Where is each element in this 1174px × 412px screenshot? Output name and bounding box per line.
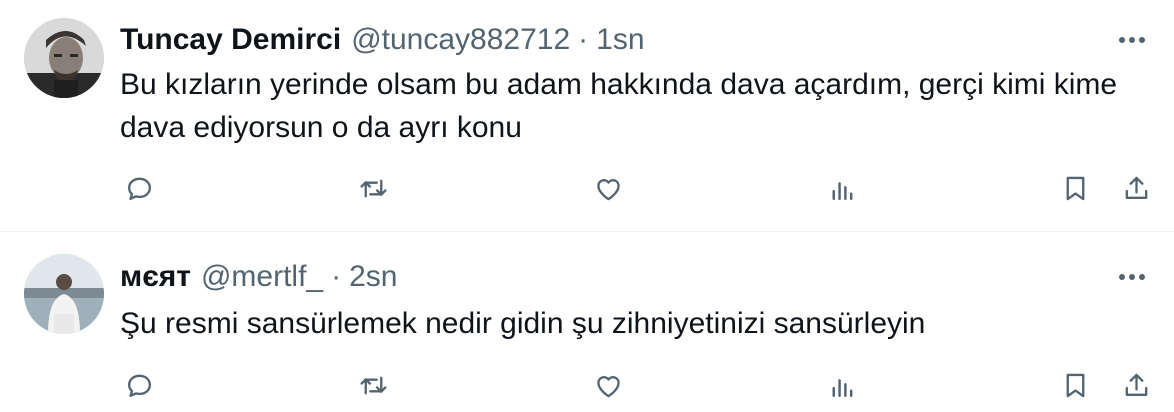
retweet-icon <box>359 179 387 197</box>
bookmark-icon <box>1066 373 1084 397</box>
display-name[interactable]: Tuncay Demirci <box>120 23 341 57</box>
more-options-button[interactable] <box>1112 257 1152 297</box>
bookmark-button[interactable] <box>1055 168 1095 208</box>
separator-dot: · <box>578 23 589 56</box>
reply-icon <box>127 177 151 200</box>
tweet-text: Bu kızların yerinde olsam bu adam hakkın… <box>120 68 1118 144</box>
timestamp[interactable]: 2sn <box>349 260 397 294</box>
views-button[interactable] <box>821 365 861 405</box>
heart-icon <box>596 178 620 200</box>
tweet[interactable]: Tuncay Demirci @tuncay882712 · 1sn Bu kı… <box>0 0 1174 232</box>
reply-button[interactable] <box>119 168 159 208</box>
more-dots-icon <box>1119 37 1145 43</box>
views-icon <box>832 181 852 200</box>
bookmark-button[interactable] <box>1055 365 1095 405</box>
tweet-header: Tuncay Demirci @tuncay882712 · 1sn <box>120 20 645 60</box>
share-button[interactable] <box>1116 168 1156 208</box>
retweet-button[interactable] <box>353 365 393 405</box>
user-handle[interactable]: @mertlf_ <box>201 260 323 294</box>
tweet-actions <box>0 168 1174 208</box>
like-button[interactable] <box>588 365 628 405</box>
views-button[interactable] <box>821 168 861 208</box>
more-dots-icon <box>1119 274 1145 280</box>
heart-icon <box>596 375 620 397</box>
bookmark-icon <box>1066 176 1084 200</box>
tweet-header: мєят @mertlf_ · 2sn <box>120 257 397 297</box>
avatar-person-image <box>24 254 104 334</box>
share-button[interactable] <box>1116 365 1156 405</box>
retweet-icon <box>359 376 387 394</box>
tweet[interactable]: мєят @mertlf_ · 2sn Şu resmi sansürlemek… <box>0 232 1174 412</box>
display-name[interactable]: мєят <box>120 260 191 294</box>
avatar-portrait-image <box>24 18 104 98</box>
more-options-button[interactable] <box>1112 20 1152 60</box>
tweet-text: Şu resmi sansürlemek nedir gidin şu zihn… <box>120 307 926 340</box>
reply-button[interactable] <box>119 365 159 405</box>
reply-icon <box>127 374 151 397</box>
separator-dot: · <box>331 260 342 293</box>
tweet-actions <box>0 365 1174 405</box>
user-handle[interactable]: @tuncay882712 <box>351 23 570 57</box>
tweet-feed: Tuncay Demirci @tuncay882712 · 1sn Bu kı… <box>0 0 1174 412</box>
views-icon <box>832 378 852 397</box>
like-button[interactable] <box>588 168 628 208</box>
avatar[interactable] <box>24 254 104 334</box>
retweet-button[interactable] <box>353 168 393 208</box>
share-icon <box>1125 176 1147 199</box>
avatar[interactable] <box>24 18 104 98</box>
share-icon <box>1125 373 1147 396</box>
timestamp[interactable]: 1sn <box>596 23 644 57</box>
